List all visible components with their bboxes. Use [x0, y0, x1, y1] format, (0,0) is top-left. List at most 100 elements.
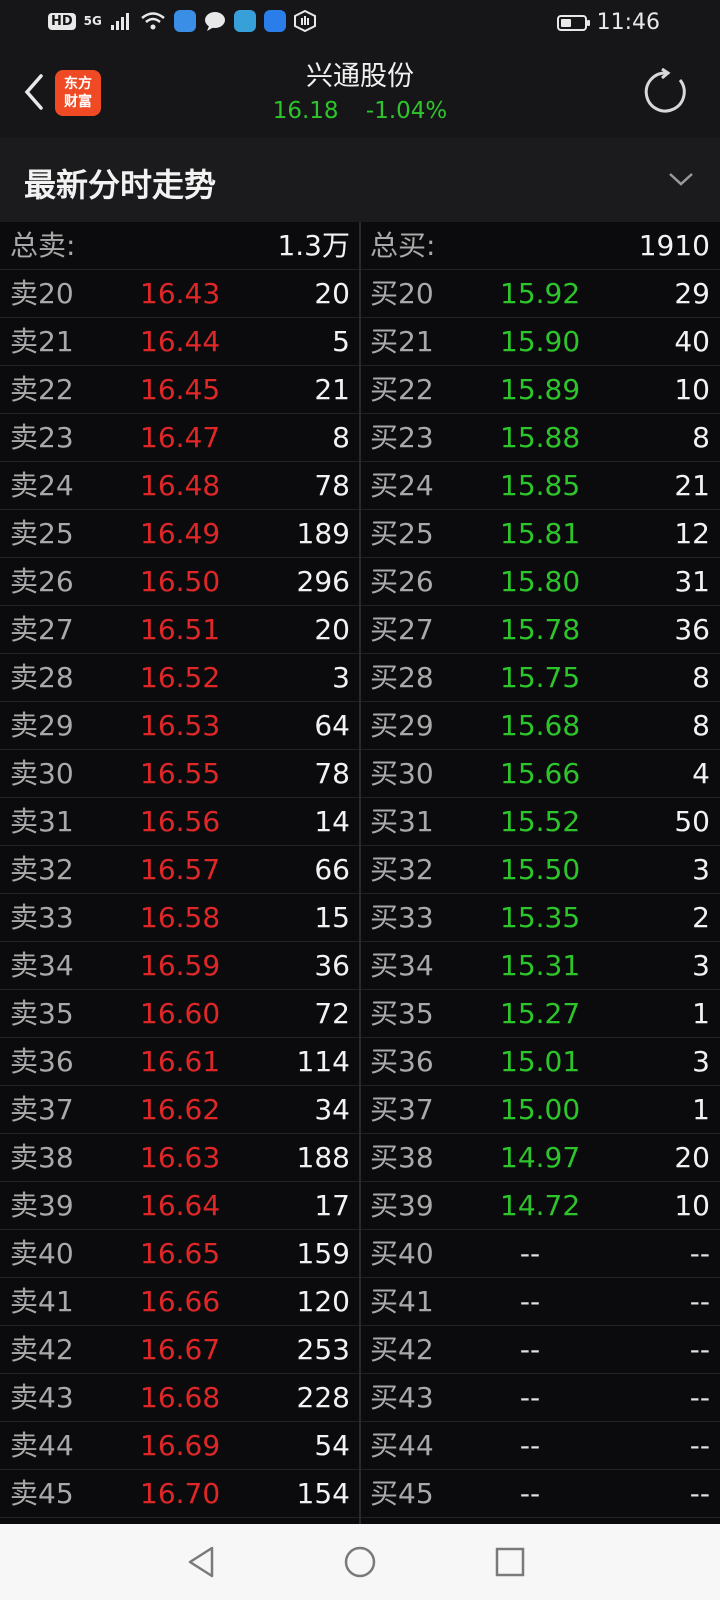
sell-volume: 8	[332, 421, 350, 454]
sell-volume: 20	[314, 277, 350, 310]
sell-price: 16.64	[140, 1189, 221, 1222]
message-icon	[204, 12, 225, 31]
sell-volume: 17	[314, 1189, 350, 1222]
sell-price: 16.55	[140, 757, 221, 790]
buy-volume: 3	[692, 853, 710, 886]
sell-level-label: 卖36	[10, 1045, 74, 1078]
buy-price: 15.00	[500, 1093, 581, 1126]
buy-price: --	[519, 1381, 541, 1414]
buy-level-label: 买41	[370, 1285, 434, 1318]
sell-price: 16.67	[140, 1333, 221, 1366]
sell-volume: 120	[296, 1285, 350, 1318]
buy-level-label: 买32	[370, 853, 434, 886]
buy-price: --	[519, 1285, 541, 1318]
sell-price: 16.53	[140, 709, 221, 742]
buy-price: 15.52	[500, 805, 581, 838]
sell-volume: 114	[296, 1045, 350, 1078]
sell-price: 16.56	[140, 805, 221, 838]
sell-volume: 20	[314, 613, 350, 646]
buy-volume: --	[689, 1237, 710, 1270]
sell-level-label: 卖45	[10, 1477, 74, 1510]
buy-volume: 8	[692, 421, 710, 454]
buy-volume: --	[689, 1381, 710, 1414]
buy-price: --	[519, 1333, 541, 1366]
section-header[interactable]: 最新分时走势	[0, 138, 720, 222]
sell-level-label: 卖29	[10, 709, 74, 742]
status-bar: HD 5G 11:46	[0, 0, 720, 48]
buy-price: 15.75	[500, 661, 581, 694]
buy-price: 15.85	[500, 469, 581, 502]
sell-volume: 66	[314, 853, 350, 886]
buy-level-label: 买29	[370, 709, 434, 742]
sell-level-label: 卖22	[10, 373, 74, 406]
hd-tag: HD	[48, 12, 76, 30]
sell-level-label: 卖28	[10, 661, 74, 694]
buy-level-label: 买20	[370, 277, 434, 310]
buy-price: --	[519, 1237, 541, 1270]
stock-quote: 16.18 -1.04%	[0, 98, 720, 124]
clock: 11:46	[596, 10, 660, 35]
buy-price: 15.78	[500, 613, 581, 646]
buy-level-label: 买33	[370, 901, 434, 934]
battery-level	[560, 18, 571, 27]
buy-price: --	[519, 1477, 541, 1510]
buy-volume: 4	[692, 757, 710, 790]
sell-price: 16.58	[140, 901, 221, 934]
buy-price: 15.92	[500, 277, 581, 310]
sell-volume: 21	[314, 373, 350, 406]
sell-price: 16.45	[140, 373, 221, 406]
app-icon	[233, 10, 256, 32]
buy-price: 14.97	[500, 1141, 581, 1174]
sell-level-label: 卖40	[10, 1237, 74, 1270]
order-book[interactable]: 总卖: 1.3万 总买: 1910 卖20 16.43 20 买20 15.92 29 卖2…	[0, 222, 720, 1524]
section-title: 最新分时走势	[24, 166, 217, 204]
home-nav-icon[interactable]	[340, 1542, 380, 1582]
sell-volume: 72	[314, 997, 350, 1030]
sell-volume: 154	[296, 1477, 350, 1510]
sell-price: 16.61	[140, 1045, 221, 1078]
sell-level-label: 卖41	[10, 1285, 74, 1318]
total-sell-label: 总卖:	[10, 229, 76, 262]
hand-icon	[293, 10, 316, 32]
browser-app-icon	[173, 10, 196, 32]
buy-level-label: 买40	[370, 1237, 434, 1270]
sell-level-label: 卖33	[10, 901, 74, 934]
buy-level-label: 买23	[370, 421, 434, 454]
buy-level-label: 买22	[370, 373, 434, 406]
sell-volume: 253	[296, 1333, 350, 1366]
buy-level-label: 买45	[370, 1477, 434, 1510]
recents-nav-icon[interactable]	[490, 1542, 530, 1582]
sell-price: 16.62	[140, 1093, 221, 1126]
buy-level-label: 买24	[370, 469, 434, 502]
buy-price: 15.35	[500, 901, 581, 934]
sell-level-label: 卖35	[10, 997, 74, 1030]
buy-level-label: 买34	[370, 949, 434, 982]
sell-volume: 3	[332, 661, 350, 694]
refresh-icon[interactable]	[642, 68, 690, 116]
sell-price: 16.43	[140, 277, 221, 310]
sell-price: 16.48	[140, 469, 221, 502]
buy-level-label: 买28	[370, 661, 434, 694]
back-nav-icon[interactable]	[182, 1542, 222, 1582]
sell-volume: 34	[314, 1093, 350, 1126]
buy-volume: 3	[692, 1045, 710, 1078]
buy-level-label: 买42	[370, 1333, 434, 1366]
buy-level-label: 买37	[370, 1093, 434, 1126]
sell-volume: 78	[314, 469, 350, 502]
sell-volume: 14	[314, 805, 350, 838]
sell-price: 16.47	[140, 421, 221, 454]
sell-level-label: 卖37	[10, 1093, 74, 1126]
status-icons-left: HD 5G	[48, 10, 316, 32]
buy-price: --	[519, 1429, 541, 1462]
buy-level-label: 买38	[370, 1141, 434, 1174]
sell-volume: 5	[332, 325, 350, 358]
wifi-icon	[141, 12, 165, 30]
sell-price: 16.51	[140, 613, 221, 646]
sell-price: 16.60	[140, 997, 221, 1030]
sell-price: 16.52	[140, 661, 221, 694]
buy-volume: 8	[692, 709, 710, 742]
chevron-down-icon[interactable]	[666, 164, 696, 194]
buy-volume: 10	[674, 1189, 710, 1222]
buy-price: 14.72	[500, 1189, 581, 1222]
buy-price: 15.90	[500, 325, 581, 358]
